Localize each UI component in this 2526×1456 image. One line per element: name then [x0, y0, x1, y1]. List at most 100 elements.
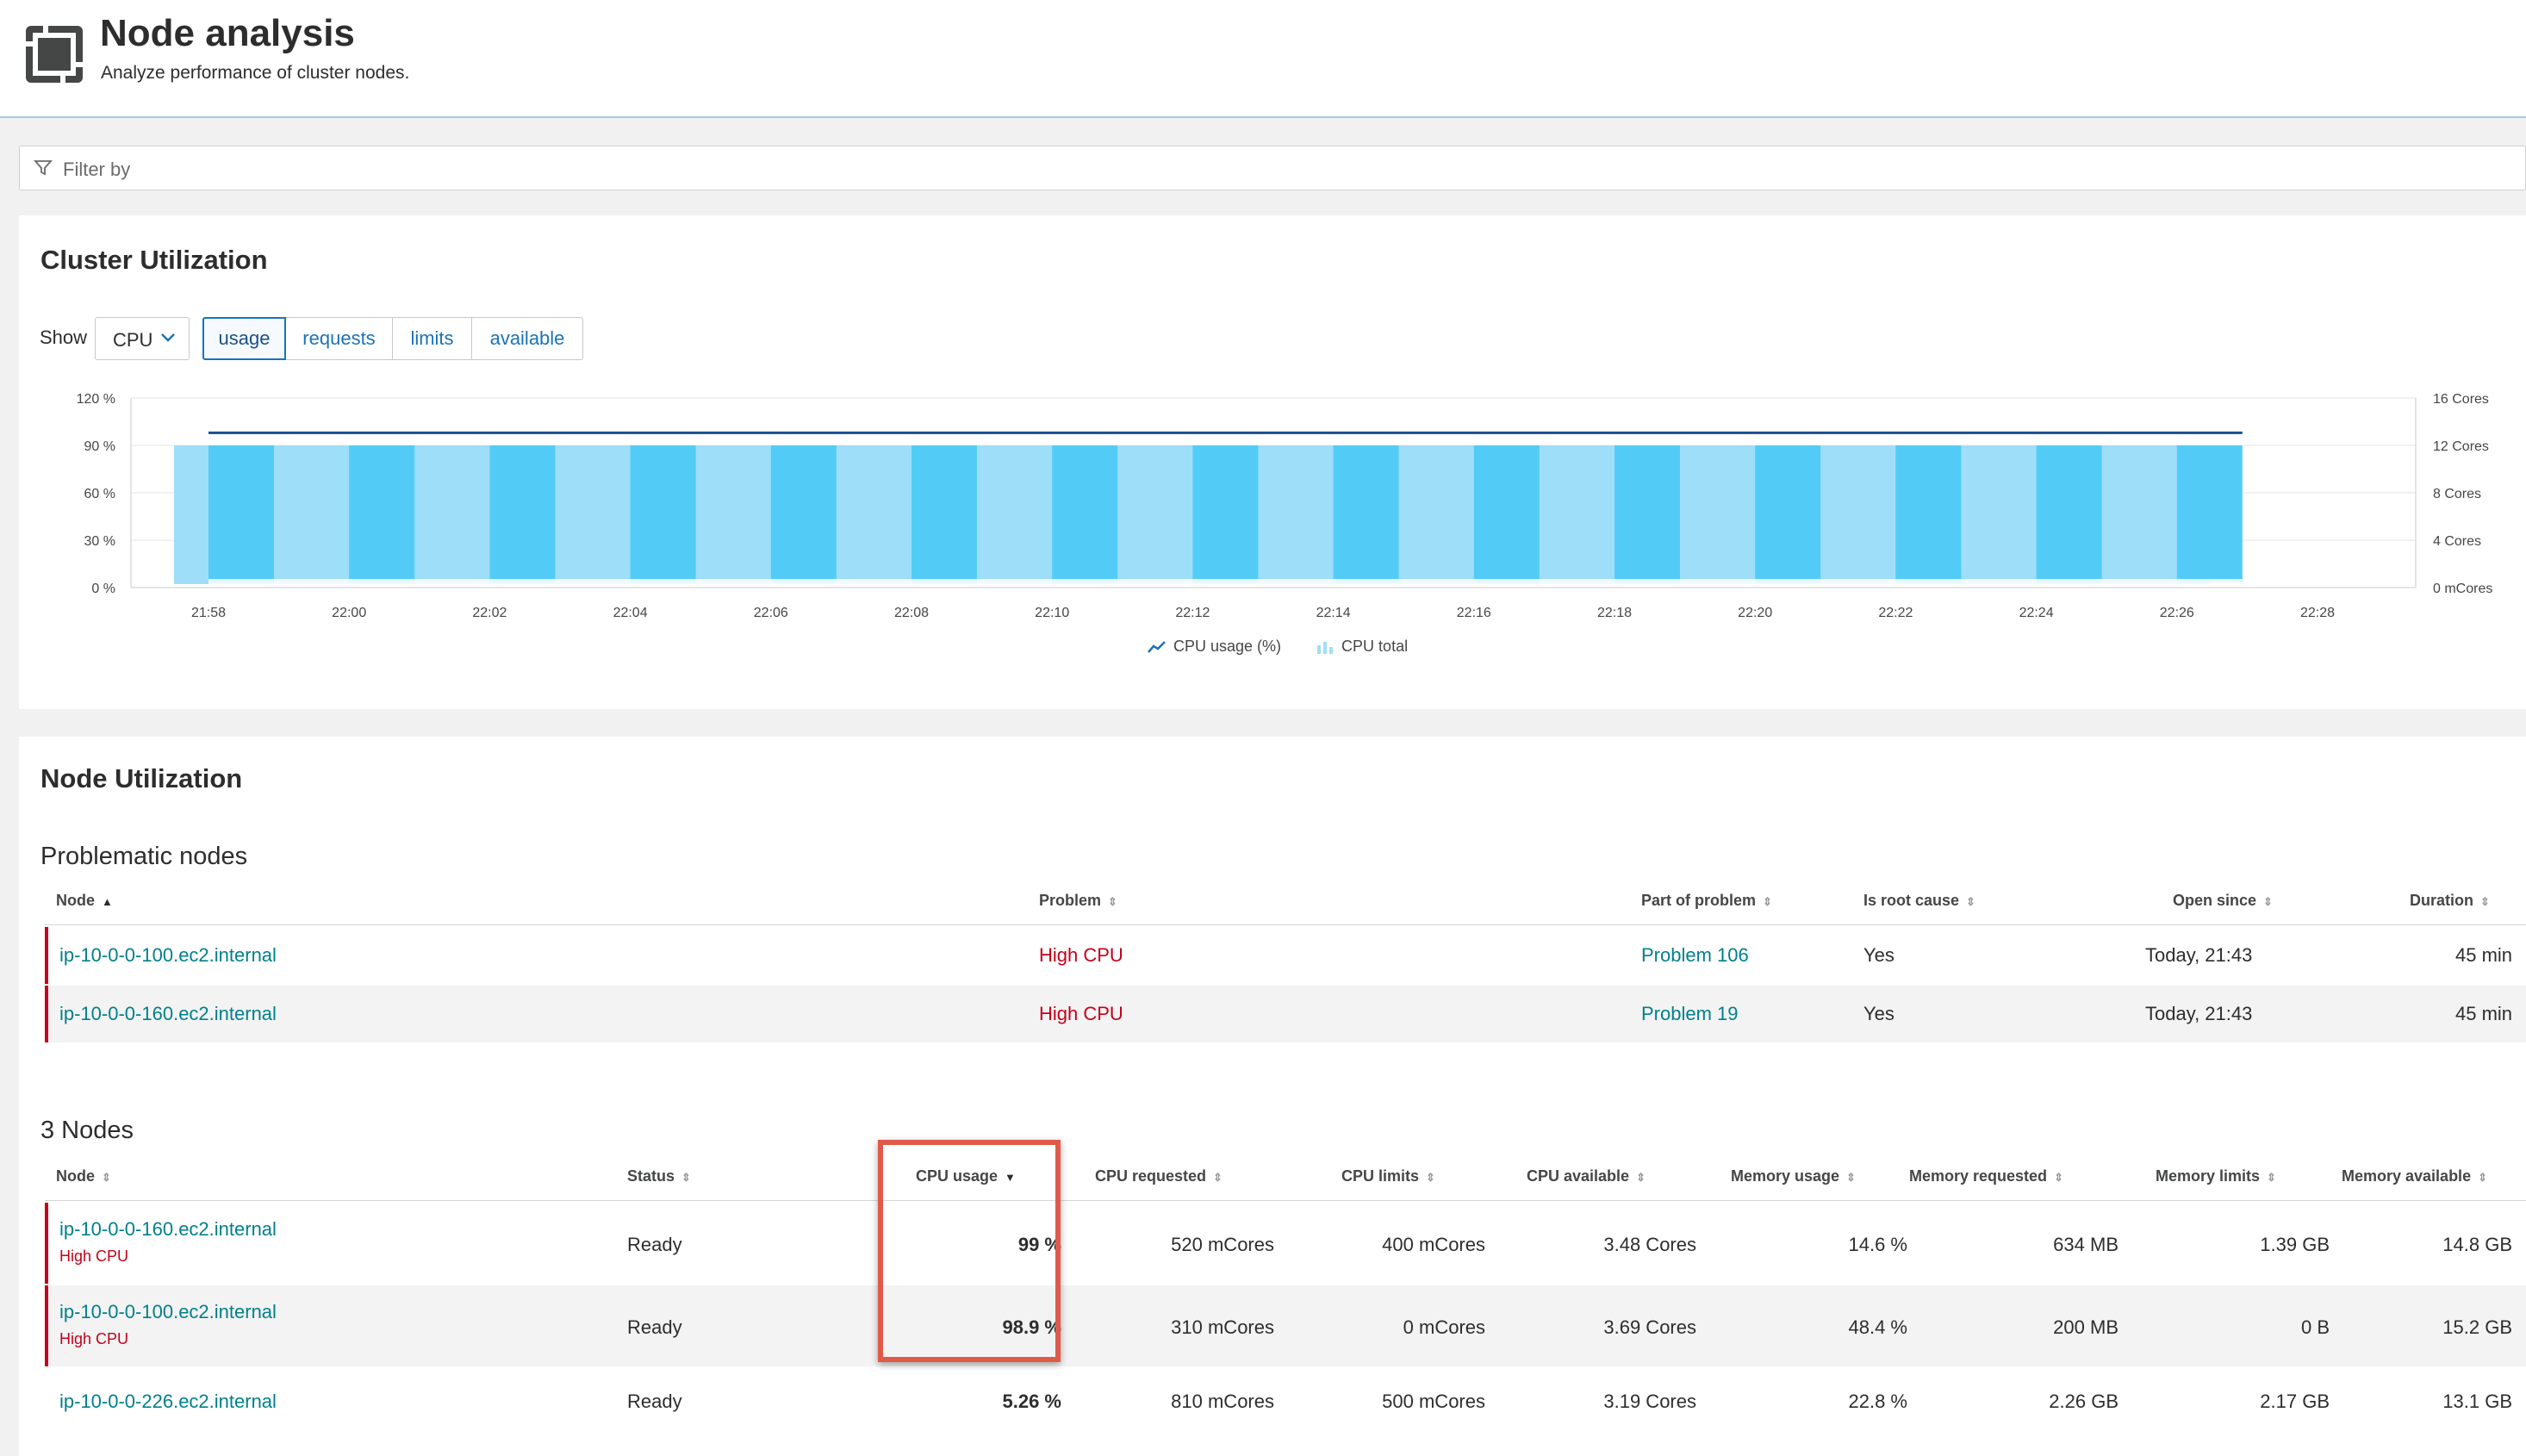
problem-number-link[interactable]: Problem 106 [1641, 944, 1749, 967]
chart-legend: CPU usage (%) CPU total [1148, 638, 1408, 656]
col-memory-available-header[interactable]: Memory available ⇕ [2342, 1167, 2487, 1185]
page-subtitle: Analyze performance of cluster nodes. [101, 63, 410, 83]
cpu-requested-value: 810 mCores [1171, 1391, 1274, 1412]
memory-available-value: 15.2 GB [2442, 1316, 2512, 1338]
sort-icon: ⇕ [681, 1171, 691, 1184]
x-tick-label: 22:24 [2019, 606, 2054, 620]
node-utilization-title: Node Utilization [40, 763, 243, 793]
cpu-limits-value: 500 mCores [1382, 1391, 1485, 1412]
chevron-down-icon [161, 333, 175, 342]
y-tick-label-right: 16 Cores [2433, 392, 2489, 407]
sort-icon: ⇕ [1213, 1171, 1223, 1184]
problem-number-link[interactable]: Problem 19 [1641, 1003, 1739, 1025]
sort-icon: ⇕ [1108, 895, 1117, 908]
node-link[interactable]: ip-10-0-0-100.ec2.internal [59, 1301, 277, 1323]
memory-limits-value: 0 B [2300, 1316, 2330, 1338]
x-tick-label: 22:10 [1035, 606, 1069, 620]
x-tick-label: 22:20 [1738, 606, 1772, 620]
col-duration-header[interactable]: Duration ⇕ [2410, 892, 2490, 910]
y-tick-label-left: 0 % [91, 582, 115, 596]
sort-icon: ⇕ [1426, 1171, 1435, 1184]
metric-select[interactable]: CPU [95, 317, 190, 360]
memory-usage-value: 22.8 % [1848, 1391, 1908, 1412]
cpu-total-bar [1192, 445, 1259, 582]
show-label: Show [40, 327, 88, 348]
cpu-total-bar [770, 445, 837, 582]
col-problem-header[interactable]: Problem ⇕ [1039, 892, 1117, 910]
node-link[interactable]: ip-10-0-0-160.ec2.internal [59, 1003, 277, 1025]
metric-select-value: CPU [113, 329, 153, 351]
tab-limits[interactable]: limits [393, 317, 472, 360]
col-cpu-available-header[interactable]: CPU available ⇕ [1527, 1167, 1646, 1185]
open-since-value: Today, 21:43 [2145, 1003, 2253, 1024]
status-value: Ready [627, 1316, 682, 1338]
tab-available[interactable]: available [472, 317, 583, 360]
root-cause-value: Yes [1863, 944, 1895, 966]
x-tick-label: 22:00 [332, 606, 366, 620]
node-icon [26, 26, 83, 83]
col-status-header[interactable]: Status ⇕ [627, 1167, 691, 1185]
filter-icon [34, 160, 53, 176]
cpu-total-bar [1333, 445, 1399, 582]
duration-value: 45 min [2455, 944, 2513, 966]
cpu-available-value: 3.69 Cores [1603, 1316, 1696, 1338]
node-link[interactable]: ip-10-0-0-100.ec2.internal [59, 944, 277, 967]
memory-usage-value: 48.4 % [1848, 1316, 1908, 1338]
baseline-band [208, 579, 2243, 584]
col-node-header[interactable]: Node ▲ [56, 892, 113, 910]
col-part-of-problem-header[interactable]: Part of problem ⇕ [1641, 892, 1772, 910]
node-link[interactable]: ip-10-0-0-226.ec2.internal [59, 1391, 277, 1413]
cluster-utilization-chart: 120 % 16 Cores 90 % 12 Cores 60 % 8 Cores 30 %… [77, 392, 2493, 620]
table-row: ip-10-0-0-100.ec2.internal High CPU Read… [45, 1285, 2526, 1366]
memory-requested-value: 2.26 GB [2049, 1391, 2118, 1412]
tab-requests[interactable]: requests [286, 317, 393, 360]
col-open-since-header[interactable]: Open since ⇕ [2173, 892, 2273, 910]
node-utilization-panel: Node Utilization Problematic nodes Node ▲… [19, 737, 2526, 1456]
problem-accent [45, 986, 48, 1042]
memory-requested-value: 634 MB [2053, 1234, 2118, 1255]
cpu-total-bar [349, 445, 415, 582]
cpu-total-bar [630, 445, 696, 582]
cpu-total-bar [1895, 445, 1962, 582]
table-divider [45, 924, 2526, 925]
problem-row: ip-10-0-0-100.ec2.internal High CPU Prob… [45, 927, 2526, 984]
col-memory-usage-header[interactable]: Memory usage ⇕ [1731, 1167, 1856, 1185]
cpu-total-bar [1473, 445, 1540, 582]
duration-value: 45 min [2455, 1003, 2513, 1024]
cpu-limits-value: 0 mCores [1403, 1316, 1485, 1338]
x-tick-label: 22:02 [472, 606, 507, 620]
y-tick-label-left: 120 % [77, 392, 115, 407]
node-link[interactable]: ip-10-0-0-160.ec2.internal [59, 1218, 277, 1241]
col-cpu-requested-header[interactable]: CPU requested ⇕ [1095, 1167, 1223, 1185]
tab-usage[interactable]: usage [202, 317, 286, 360]
problem-link[interactable]: High CPU [1039, 1003, 1123, 1025]
sort-icon: ⇕ [2478, 1171, 2487, 1184]
col-cpu-limits-header[interactable]: CPU limits ⇕ [1341, 1167, 1435, 1185]
cpu-usage-value: 5.26 % [1002, 1391, 1062, 1412]
sort-icon: ⇕ [1966, 895, 1975, 908]
col-node-header[interactable]: Node ⇕ [56, 1167, 111, 1185]
x-tick-label: 22:22 [1878, 606, 1913, 620]
problem-link[interactable]: High CPU [1039, 944, 1123, 967]
table-row: ip-10-0-0-160.ec2.internal High CPU Read… [45, 1203, 2526, 1284]
y-tick-label-left: 90 % [84, 439, 115, 454]
metric-tabs: usage requests limits available [202, 317, 583, 360]
sort-icon: ⇕ [102, 1171, 111, 1184]
col-memory-requested-header[interactable]: Memory requested ⇕ [1909, 1167, 2063, 1185]
y-tick-label-right: 12 Cores [2433, 439, 2489, 454]
cluster-utilization-title: Cluster Utilization [40, 245, 268, 275]
sort-icon: ⇕ [2267, 1171, 2276, 1184]
col-root-cause-header[interactable]: Is root cause ⇕ [1863, 892, 1975, 910]
status-value: Ready [627, 1391, 682, 1412]
cpu-total-bar [1615, 445, 1680, 582]
problem-accent [45, 927, 48, 984]
cpu-total-bar [2176, 445, 2243, 582]
page-header: Node analysis Analyze performance of clu… [0, 0, 2526, 118]
status-value: Ready [627, 1234, 682, 1255]
y-tick-label-left: 30 % [84, 534, 115, 549]
problematic-nodes-title: Problematic nodes [40, 843, 248, 870]
filter-input[interactable]: Filter by [19, 146, 2526, 190]
cpu-requested-value: 520 mCores [1171, 1234, 1274, 1255]
x-tick-label: 22:18 [1597, 606, 1632, 620]
col-memory-limits-header[interactable]: Memory limits ⇕ [2156, 1167, 2276, 1185]
